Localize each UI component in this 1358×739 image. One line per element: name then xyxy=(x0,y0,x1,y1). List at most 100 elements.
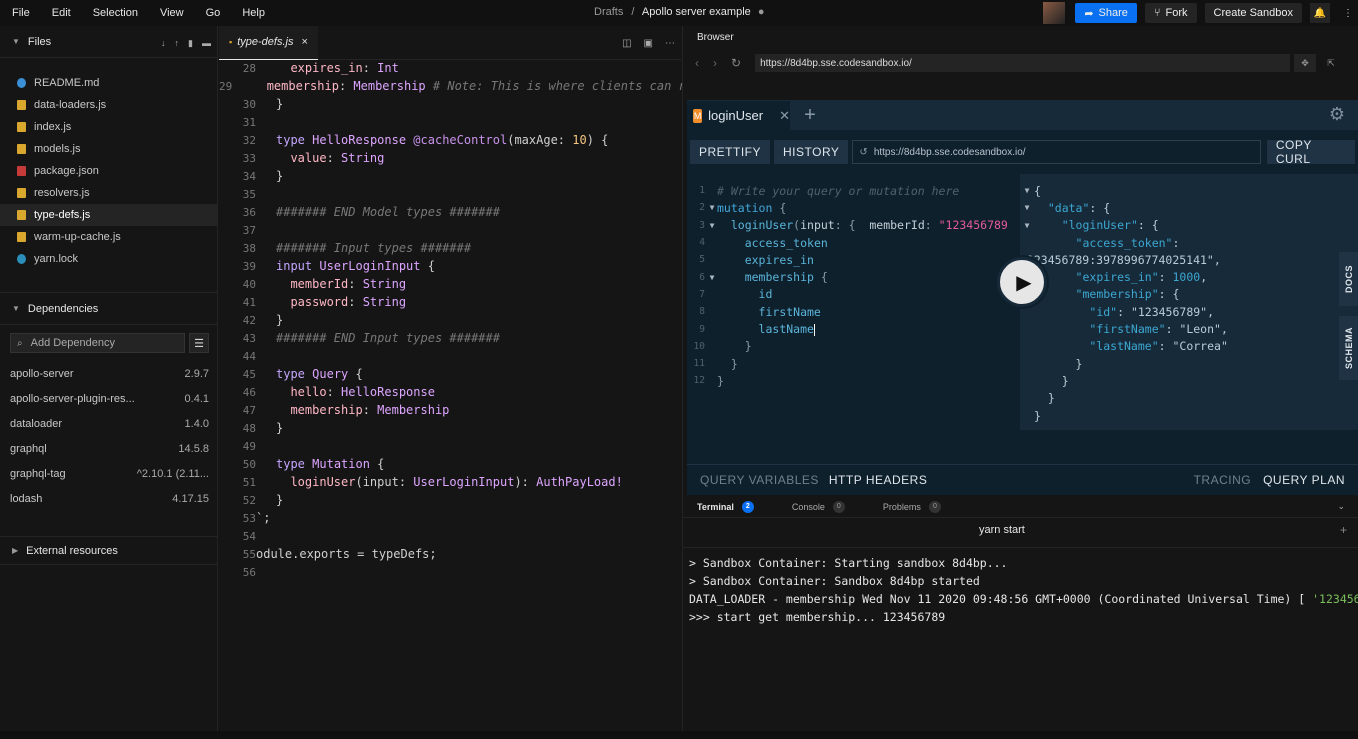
result-line: ▼ "loginUser": { xyxy=(1024,218,1159,233)
file-resolvers[interactable]: resolvers.js xyxy=(0,182,217,204)
terminal-command[interactable]: yarn start xyxy=(979,524,1025,536)
dependency-row[interactable]: graphql 14.5.8 xyxy=(0,436,217,461)
schema-tab[interactable]: SCHEMA xyxy=(1339,316,1358,380)
dependency-row[interactable]: dataloader 1.4.0 xyxy=(0,411,217,436)
query-editor[interactable]: 1 # Write your query or mutation here 2 ▼ m… xyxy=(687,174,1020,430)
browser-url-input[interactable]: https://8d4bp.sse.codesandbox.io/ xyxy=(755,54,1291,72)
menu-file[interactable]: File xyxy=(12,7,30,19)
query-plan-tab[interactable]: QUERY PLAN xyxy=(1263,473,1345,487)
sandbox-title[interactable]: Apollo server example xyxy=(642,6,751,18)
chevron-down-icon[interactable]: ⌄ xyxy=(1337,501,1345,512)
http-headers-tab[interactable]: HTTP HEADERS xyxy=(829,473,927,487)
menu-go[interactable]: Go xyxy=(206,7,221,19)
dependencies-header[interactable]: ▼ Dependencies xyxy=(0,293,217,325)
tab-type-defs[interactable]: ▪ type-defs.js × xyxy=(219,25,318,60)
forward-icon[interactable]: › xyxy=(713,56,717,70)
file-name: README.md xyxy=(34,77,100,89)
add-dependency-placeholder: Add Dependency xyxy=(30,337,116,349)
file-readme[interactable]: README.md xyxy=(0,72,217,94)
menu-selection[interactable]: Selection xyxy=(93,7,138,19)
refresh-icon[interactable]: ↺ xyxy=(859,147,867,158)
menu-help[interactable]: Help xyxy=(242,7,265,19)
file-warm-up-cache[interactable]: warm-up-cache.js xyxy=(0,226,217,248)
add-tab-icon[interactable]: + xyxy=(790,101,830,130)
dependency-version[interactable]: 2.9.7 xyxy=(185,368,209,380)
preview-icon[interactable]: ▣ xyxy=(644,38,653,49)
query-line: 4 access_token xyxy=(699,235,828,250)
breadcrumb-folder[interactable]: Drafts xyxy=(594,6,623,18)
upload-icon[interactable]: ↑ xyxy=(175,38,180,49)
create-sandbox-button[interactable]: Create Sandbox xyxy=(1204,3,1302,23)
fork-button[interactable]: ⑂ Fork xyxy=(1144,3,1197,23)
share-button[interactable]: ➦ Share xyxy=(1075,3,1137,23)
more-icon[interactable]: ⋮ xyxy=(1338,3,1358,23)
file-index[interactable]: index.js xyxy=(0,116,217,138)
new-folder-icon[interactable]: ▬ xyxy=(202,38,211,49)
file-type-defs[interactable]: type-defs.js xyxy=(0,204,217,226)
refresh-icon[interactable]: ↻ xyxy=(731,56,741,70)
query-line: 5 expires_in xyxy=(699,252,814,267)
tab-problems[interactable]: Problems 0 xyxy=(882,500,941,513)
menu-view[interactable]: View xyxy=(160,7,184,19)
file-package-json[interactable]: package.json xyxy=(0,160,217,182)
devtools-icon[interactable]: ✥ xyxy=(1294,54,1317,72)
dependency-row[interactable]: apollo-server 2.9.7 xyxy=(0,361,217,386)
download-icon[interactable]: ↓ xyxy=(161,38,166,49)
dependency-row[interactable]: lodash 4.17.15 xyxy=(0,486,217,511)
terminal-highlight: '123456789' xyxy=(1312,592,1358,606)
more-icon[interactable]: ⋯ xyxy=(665,38,675,49)
history-button[interactable]: HISTORY xyxy=(774,140,849,164)
dependency-row[interactable]: apollo-server-plugin-res... 0.4.1 xyxy=(0,386,217,411)
close-icon[interactable]: ✕ xyxy=(779,108,790,124)
dependency-version[interactable]: ^2.10.1 (2.11... xyxy=(137,468,209,480)
file-yarn-lock[interactable]: yarn.lock xyxy=(0,248,217,270)
tracing-tab[interactable]: TRACING xyxy=(1194,473,1252,487)
count-badge: 0 xyxy=(832,500,845,513)
file-models[interactable]: models.js xyxy=(0,138,217,160)
add-terminal-icon[interactable]: + xyxy=(1340,523,1347,537)
menu-edit[interactable]: Edit xyxy=(52,7,71,19)
tab-login-user[interactable]: M loginUser ✕ xyxy=(687,101,790,130)
code-line: 37 xyxy=(242,223,256,237)
split-view-icon[interactable]: ◫ xyxy=(622,38,631,49)
editor-tabs: ▪ type-defs.js × ◫ ▣ ⋯ xyxy=(219,25,681,60)
dependency-version[interactable]: 14.5.8 xyxy=(178,443,209,455)
avatar[interactable] xyxy=(1043,2,1066,24)
gear-icon[interactable]: ⚙ xyxy=(1329,104,1345,125)
dependency-version[interactable]: 4.17.15 xyxy=(172,493,209,505)
open-new-window-icon[interactable]: ⇱ xyxy=(1320,54,1342,72)
external-resources-header[interactable]: ▶ External resources xyxy=(0,537,217,565)
query-line: 8 firstName xyxy=(699,304,821,319)
tab-console[interactable]: Console 0 xyxy=(792,500,845,513)
endpoint-input[interactable]: ↺ https://8d4bp.sse.codesandbox.io/ xyxy=(852,140,1261,164)
js-icon xyxy=(17,144,26,154)
result-line: } xyxy=(1034,391,1055,406)
files-header[interactable]: ▼ Files ↓ ↑ ▮ ▬ xyxy=(0,26,217,58)
docs-tab[interactable]: DOCS xyxy=(1339,252,1358,306)
code-line: 42} xyxy=(242,313,284,327)
info-icon xyxy=(17,78,26,88)
menu-icon[interactable]: ☰ xyxy=(189,333,209,353)
tab-terminal[interactable]: Terminal 2 xyxy=(697,500,754,513)
sidebar: ▼ Files ↓ ↑ ▮ ▬ README.md data-loaders.j… xyxy=(0,26,218,739)
execute-query-button[interactable]: ▶ xyxy=(997,257,1047,307)
prettify-button[interactable]: PRETTIFY xyxy=(690,140,771,164)
add-dependency-row: ⌕ Add Dependency ☰ xyxy=(10,333,209,353)
bell-icon[interactable]: 🔔 xyxy=(1310,3,1330,23)
dependency-version[interactable]: 0.4.1 xyxy=(185,393,209,405)
copy-curl-button[interactable]: COPY CURL xyxy=(1266,138,1355,166)
query-variables-tab[interactable]: QUERY VARIABLES xyxy=(700,473,819,487)
new-file-icon[interactable]: ▮ xyxy=(188,38,193,49)
file-data-loaders[interactable]: data-loaders.js xyxy=(0,94,217,116)
back-icon[interactable]: ‹ xyxy=(695,56,699,70)
dependency-version[interactable]: 1.4.0 xyxy=(185,418,209,430)
close-icon[interactable]: × xyxy=(301,36,307,48)
terminal-output[interactable]: > Sandbox Container: Starting sandbox 8d… xyxy=(683,554,1358,626)
dependency-row[interactable]: graphql-tag ^2.10.1 (2.11... xyxy=(0,461,217,486)
tab-label: Problems xyxy=(882,501,921,512)
share-icon: ➦ xyxy=(1084,7,1094,20)
code-content[interactable]: 28 expires_in: Int 29 membership: Member… xyxy=(219,59,700,581)
file-name: yarn.lock xyxy=(34,253,79,265)
dependency-name: graphql xyxy=(10,442,47,455)
add-dependency-input[interactable]: ⌕ Add Dependency xyxy=(10,333,186,353)
